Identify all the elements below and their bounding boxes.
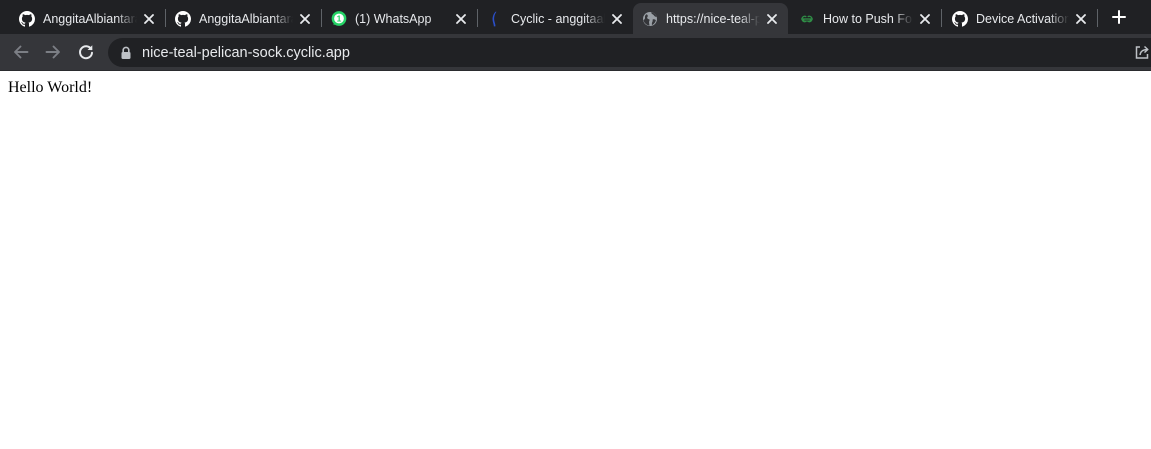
tab-title: Cyclic - anggitaalbiantara xyxy=(511,11,605,26)
hello-world-text: Hello World! xyxy=(8,79,93,96)
tab-strip: AnggitaAlbiantara AnggitaAlbiantara 1 (1… xyxy=(0,0,1151,34)
tab-title: How to Push Folder xyxy=(823,11,913,26)
reload-button[interactable] xyxy=(74,40,98,64)
cyclic-icon xyxy=(487,11,503,27)
tab-github-2[interactable]: AnggitaAlbiantara xyxy=(166,3,321,34)
close-icon[interactable] xyxy=(297,11,313,27)
tab-divider xyxy=(941,9,942,27)
tab-divider xyxy=(1097,9,1098,27)
forward-button[interactable] xyxy=(41,40,65,64)
close-icon[interactable] xyxy=(609,11,625,27)
close-icon[interactable] xyxy=(453,11,469,27)
tab-geeksforgeeks[interactable]: How to Push Folder xyxy=(790,3,941,34)
github-icon xyxy=(19,10,35,27)
tab-title: Device Activation xyxy=(976,11,1069,26)
url-text[interactable]: nice-teal-pelican-sock.cyclic.app xyxy=(142,45,350,61)
tab-github-1[interactable]: AnggitaAlbiantara xyxy=(10,3,165,34)
tab-title: (1) WhatsApp xyxy=(355,11,432,26)
github-icon xyxy=(175,10,191,27)
share-icon xyxy=(1135,45,1149,59)
reload-icon xyxy=(79,45,93,60)
arrow-left-icon xyxy=(14,45,29,59)
close-icon[interactable] xyxy=(141,11,157,27)
close-icon[interactable] xyxy=(917,11,933,27)
plus-icon xyxy=(1112,10,1126,24)
tab-whatsapp[interactable]: 1 (1) WhatsApp xyxy=(322,3,477,34)
back-button[interactable] xyxy=(9,40,33,64)
whatsapp-icon: 1 xyxy=(331,11,347,27)
share-button[interactable] xyxy=(1134,44,1151,60)
address-bar[interactable]: nice-teal-pelican-sock.cyclic.app xyxy=(108,38,1151,67)
tab-active-cyclic-app[interactable]: https://nice-teal-pelican-sock.cyclic.ap… xyxy=(633,3,788,34)
close-icon[interactable] xyxy=(764,11,780,27)
github-icon xyxy=(952,10,968,27)
new-tab-button[interactable] xyxy=(1107,5,1131,29)
tab-device-activation[interactable]: Device Activation xyxy=(943,3,1097,34)
close-icon[interactable] xyxy=(1073,11,1089,27)
lock-icon[interactable] xyxy=(119,46,133,60)
browser-window: AnggitaAlbiantara AnggitaAlbiantara 1 (1… xyxy=(0,0,1151,449)
tab-title: https://nice-teal-pelican-sock.cyclic.ap… xyxy=(666,11,760,26)
arrow-right-icon xyxy=(45,45,60,59)
globe-icon xyxy=(642,11,658,27)
whatsapp-badge: 1 xyxy=(337,14,342,24)
geeksforgeeks-icon xyxy=(799,11,815,27)
tab-title: AnggitaAlbiantara xyxy=(199,11,293,26)
tab-cyclic[interactable]: Cyclic - anggitaalbiantara xyxy=(478,3,633,34)
tab-title: AnggitaAlbiantara xyxy=(43,11,137,26)
browser-toolbar: nice-teal-pelican-sock.cyclic.app xyxy=(0,34,1151,71)
page-content: Hello World! xyxy=(0,71,1151,449)
